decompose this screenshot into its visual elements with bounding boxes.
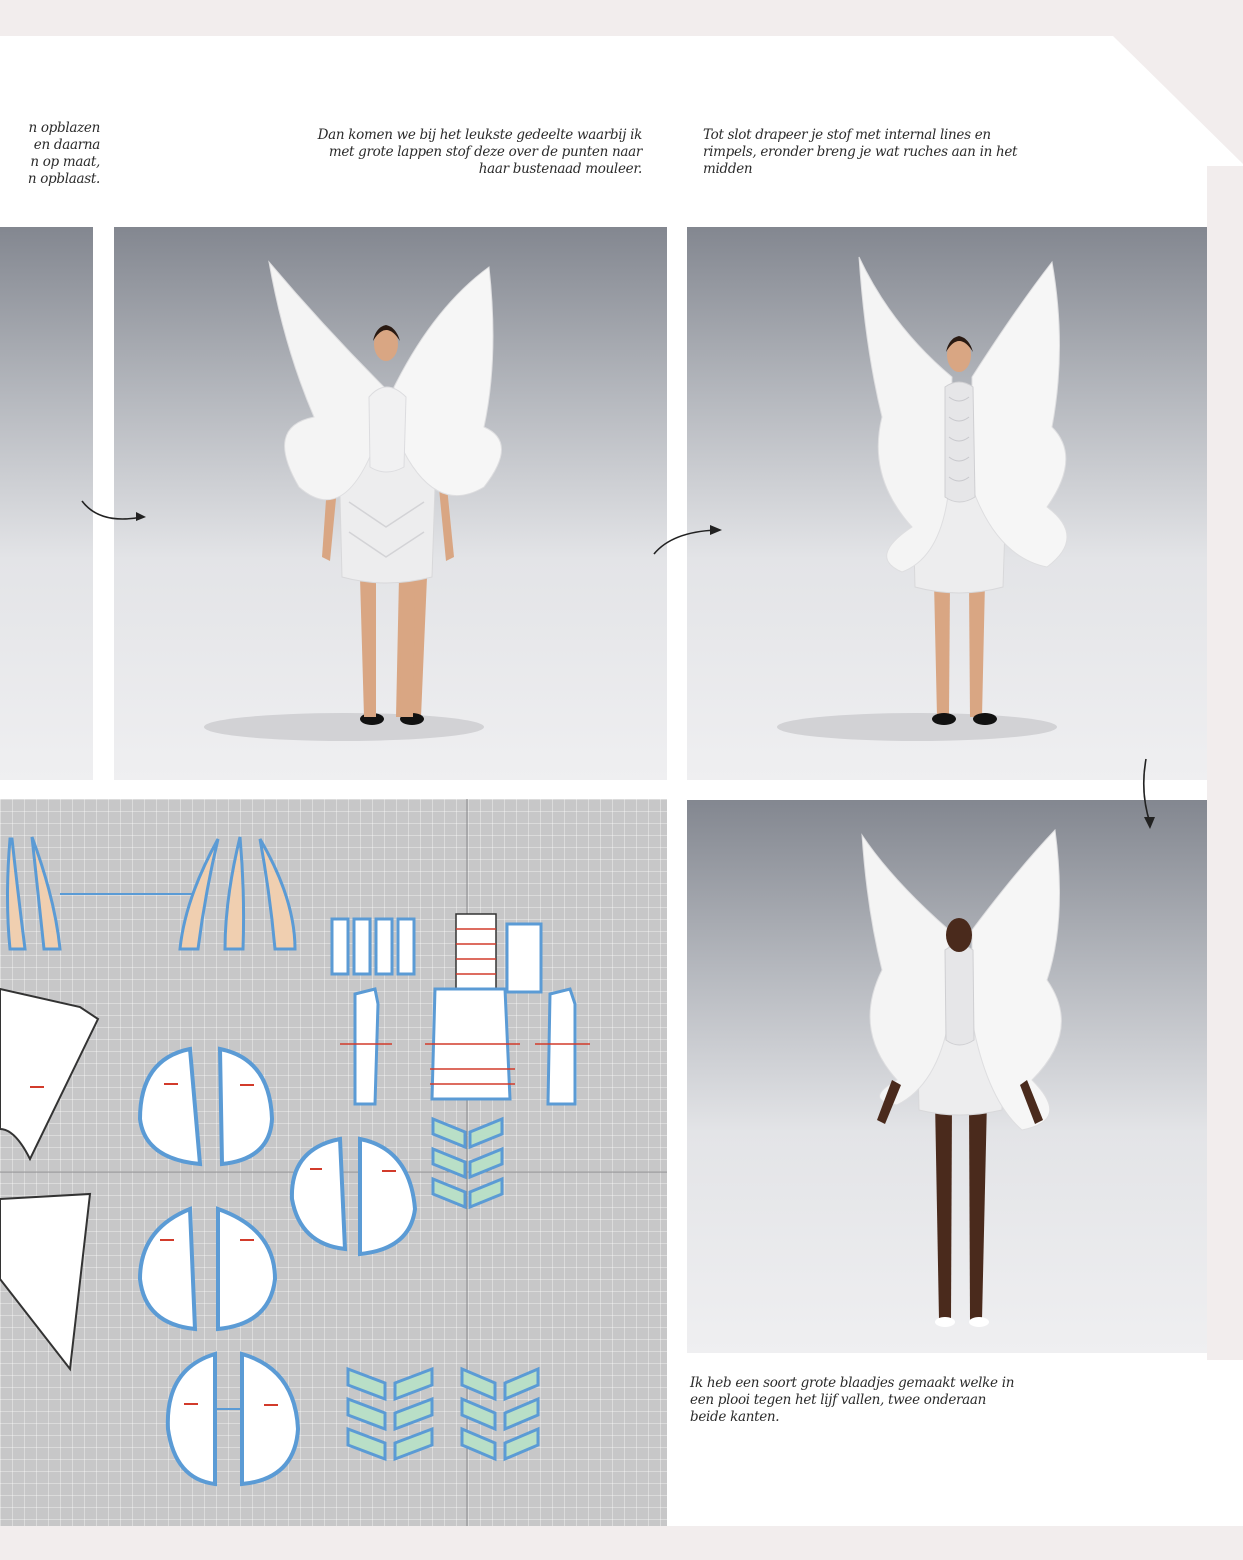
caption-line: Ik heb een soort grote blaadjes gemaakt … — [690, 1375, 1015, 1391]
pattern-pieces — [0, 799, 667, 1526]
curved-arrow-right-icon — [653, 525, 722, 555]
caption-line: rimpels, eronder breng je wat ruches aan… — [703, 144, 1018, 160]
render-step-3 — [687, 227, 1207, 780]
avatar-figure — [777, 256, 1068, 741]
caption-line: n opblazen — [28, 120, 100, 136]
caption-line: en daarna — [33, 137, 101, 153]
avatar-figure — [204, 260, 502, 741]
caption-line: haar bustenaad mouleer. — [478, 161, 643, 177]
avatar-figure — [861, 828, 1062, 1327]
caption-left: n opblazen en daarna n op maat, n opblaa… — [0, 120, 100, 188]
caption-line: met grote lappen stof deze over de punte… — [328, 144, 642, 160]
caption-line: beide kanten. — [690, 1409, 780, 1425]
caption-line: n opblaast. — [27, 171, 100, 187]
curved-arrow-right-icon — [81, 500, 146, 521]
caption-line: n op maat, — [30, 154, 100, 170]
caption-line: Tot slot drapeer je stof met internal li… — [703, 127, 991, 143]
caption-line: een plooi tegen het lijf vallen, twee on… — [690, 1392, 987, 1408]
caption-line: midden — [703, 161, 753, 177]
pattern-layout — [0, 799, 667, 1526]
render-step-4 — [687, 800, 1207, 1353]
page-edge — [1207, 166, 1243, 1360]
caption-bottom: Ik heb een soort grote blaadjes gemaakt … — [690, 1375, 1060, 1426]
render-step-2 — [114, 227, 667, 780]
caption-middle: Dan komen we bij het leukste gedeelte wa… — [250, 127, 643, 178]
curved-arrow-down-icon — [1142, 758, 1155, 829]
caption-right: Tot slot drapeer je stof met internal li… — [703, 127, 1083, 178]
caption-line: Dan komen we bij het leukste gedeelte wa… — [317, 127, 643, 143]
